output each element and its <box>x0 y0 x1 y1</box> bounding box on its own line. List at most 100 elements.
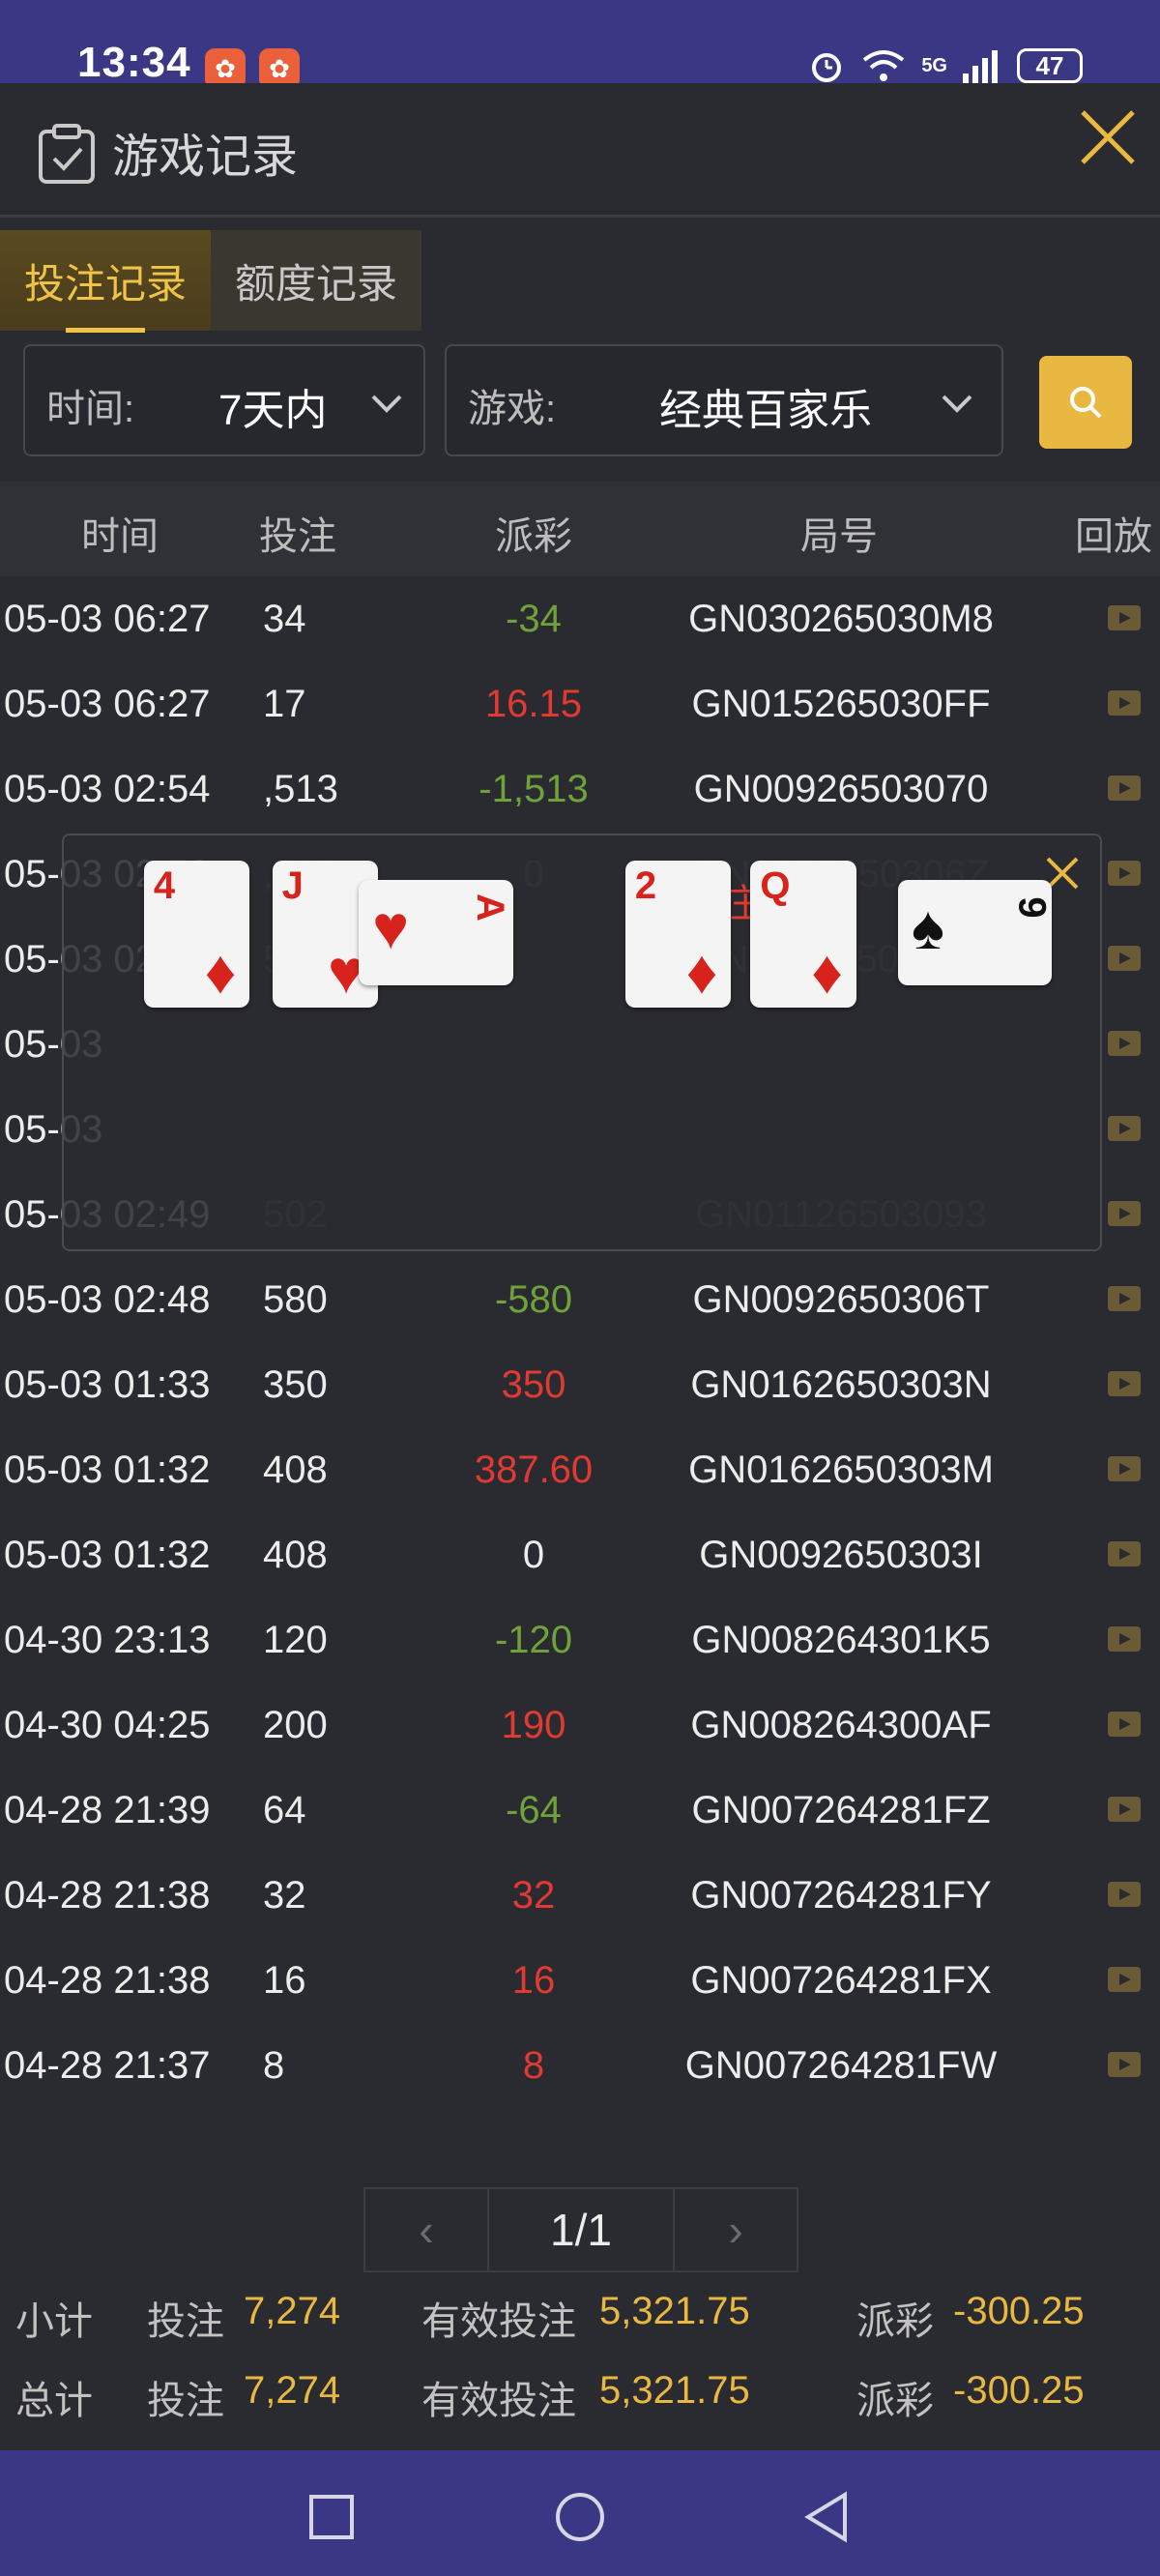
total-row: 总计 投注 7,274 有效投注 5,321.75 派彩 -300.25 <box>0 2369 1160 2427</box>
replay-icon[interactable] <box>1108 861 1141 886</box>
card-rank: 4 <box>153 864 176 907</box>
replay-icon[interactable] <box>1108 605 1141 630</box>
search-button[interactable] <box>1039 356 1132 449</box>
cell-time: 04-28 21:38 <box>4 1874 211 1917</box>
replay-icon[interactable] <box>1108 776 1141 801</box>
card-suit-icon: ♦ <box>685 937 718 1008</box>
replay-icon[interactable] <box>1108 1116 1141 1141</box>
replay-icon[interactable] <box>1108 1626 1141 1652</box>
subtotal-bet-label: 投注 <box>147 2300 224 2343</box>
total-valid-label: 有效投注 <box>421 2380 576 2422</box>
back-icon[interactable] <box>802 2491 851 2543</box>
system-nav-bar <box>0 2450 1160 2576</box>
search-icon <box>1070 387 1102 419</box>
card-suit-icon: ♥ <box>372 892 410 962</box>
replay-icon[interactable] <box>1108 946 1141 971</box>
card-rank: 9 <box>1010 895 1053 919</box>
alarm-icon <box>812 53 842 82</box>
cell-bet: 64 <box>263 1789 306 1831</box>
tab-bet-records[interactable]: 投注记录 <box>0 230 211 333</box>
replay-icon[interactable] <box>1108 1371 1141 1396</box>
total-valid-value: 5,321.75 <box>599 2369 750 2412</box>
table-row[interactable]: 05-03 01:32 408 387.60 GN0162650303M <box>0 1427 1160 1512</box>
replay-icon[interactable] <box>1108 1031 1141 1056</box>
cell-round-id: GN0092650306T <box>692 1278 990 1321</box>
cell-time: 04-28 21:39 <box>4 1789 211 1831</box>
total-bet-label: 投注 <box>147 2380 224 2422</box>
cell-time: 05-03 01:33 <box>4 1363 211 1406</box>
cell-round-id: GN008264300AF <box>690 1704 992 1746</box>
table-row[interactable]: 04-28 21:38 32 32 GN007264281FY <box>0 1853 1160 1938</box>
card-suit-icon: ♦ <box>204 937 237 1008</box>
game-filter-select[interactable]: 游戏: 经典百家乐 <box>445 344 1003 456</box>
recents-icon[interactable] <box>307 2493 356 2541</box>
table-row[interactable]: 04-28 21:38 16 16 GN007264281FX <box>0 1938 1160 2023</box>
table-row[interactable]: 05-03 01:33 350 350 GN0162650303N <box>0 1342 1160 1427</box>
table-row[interactable]: 05-03 06:27 34 -34 GN030265030M8 <box>0 576 1160 661</box>
round-result-popup: 闲5 庄1 4♦J♥A♥2♦Q♦9♠ <box>62 834 1102 1251</box>
subtotal-valid-value: 5,321.75 <box>599 2290 750 2332</box>
replay-icon[interactable] <box>1108 1201 1141 1226</box>
cell-round-id: GN007264281FX <box>690 1959 992 2002</box>
column-header-replay: 回放 <box>1075 515 1152 558</box>
table-row[interactable]: 05-03 01:32 408 0 GN0092650303I <box>0 1512 1160 1597</box>
cell-time: 04-30 23:13 <box>4 1619 211 1661</box>
total-bet-value: 7,274 <box>244 2369 341 2412</box>
subtotal-bet-value: 7,274 <box>244 2290 341 2332</box>
replay-icon[interactable] <box>1108 1712 1141 1737</box>
cell-bet: 16 <box>263 1959 306 2002</box>
replay-icon[interactable] <box>1108 1286 1141 1311</box>
subtotal-row: 小计 投注 7,274 有效投注 5,321.75 派彩 -300.25 <box>0 2290 1160 2348</box>
table-row[interactable]: 05-03 06:27 17 16.15 GN015265030FF <box>0 661 1160 746</box>
cell-time: 04-28 21:38 <box>4 1959 211 2002</box>
replay-icon[interactable] <box>1108 1967 1141 1992</box>
replay-icon[interactable] <box>1108 1797 1141 1822</box>
cell-bet: 350 <box>263 1363 328 1406</box>
game-filter-label: 游戏: <box>468 388 557 430</box>
cell-bet: 580 <box>263 1278 328 1321</box>
cell-bet: 408 <box>263 1534 328 1576</box>
status-icons: 5G 47 <box>807 46 1083 85</box>
card-rank: 2 <box>634 864 657 907</box>
table-row[interactable]: 04-28 21:37 8 8 GN007264281FW <box>0 2023 1160 2108</box>
prev-page-button[interactable]: ‹ <box>365 2189 487 2270</box>
subtotal-valid-label: 有效投注 <box>421 2300 576 2343</box>
pagination: ‹ 1/1 › <box>363 2187 798 2272</box>
replay-icon[interactable] <box>1108 2052 1141 2077</box>
replay-icon[interactable] <box>1108 1882 1141 1907</box>
replay-icon[interactable] <box>1108 1456 1141 1481</box>
player-card: 4 ♦ <box>143 860 250 1009</box>
column-header-bet: 投注 <box>259 515 336 558</box>
cell-round-id: GN030265030M8 <box>688 598 994 640</box>
table-row[interactable]: 05-03 02:54,513 -1,513 GN00926503070 <box>0 746 1160 832</box>
chevron-down-icon <box>942 395 972 413</box>
cell-bet: 32 <box>263 1874 306 1917</box>
total-payout-label: 派彩 <box>856 2380 934 2422</box>
tab-credit-records[interactable]: 额度记录 <box>211 230 421 331</box>
table-row[interactable]: 04-30 23:13 120 -120 GN008264301K5 <box>0 1597 1160 1683</box>
subtotal-label: 小计 <box>15 2300 93 2343</box>
tab-bar: 投注记录 额度记录 <box>0 230 421 333</box>
cell-round-id: GN00926503070 <box>693 768 989 810</box>
time-filter-select[interactable]: 时间: 7天内 <box>23 344 425 456</box>
card-rank: A <box>468 893 511 922</box>
cell-time: 04-28 21:37 <box>4 2044 211 2087</box>
home-icon[interactable] <box>554 2491 606 2543</box>
banker-card: Q ♦ <box>750 860 856 1009</box>
cell-bet: 200 <box>263 1704 328 1746</box>
page-title: 游戏记录 <box>112 132 299 183</box>
time-filter-value: 7天内 <box>218 387 328 434</box>
table-row[interactable]: 04-30 04:25 200 190 GN008264300AF <box>0 1683 1160 1768</box>
cell-round-id: GN008264301K5 <box>691 1619 991 1661</box>
card-rank: J <box>281 864 304 907</box>
cell-round-id: GN007264281FW <box>684 2044 998 2087</box>
table-header: 时间 投注 派彩 局号 回放 <box>0 482 1160 576</box>
replay-icon[interactable] <box>1108 1541 1141 1566</box>
cell-time: 05-03 01:32 <box>4 1449 211 1491</box>
cell-bet: 17 <box>263 683 306 725</box>
table-row[interactable]: 05-03 02:48 580 -580 GN0092650306T <box>0 1257 1160 1342</box>
replay-icon[interactable] <box>1108 690 1141 716</box>
close-icon[interactable] <box>1073 102 1143 172</box>
table-row[interactable]: 04-28 21:39 64 -64 GN007264281FZ <box>0 1768 1160 1853</box>
next-page-button[interactable]: › <box>675 2189 797 2270</box>
